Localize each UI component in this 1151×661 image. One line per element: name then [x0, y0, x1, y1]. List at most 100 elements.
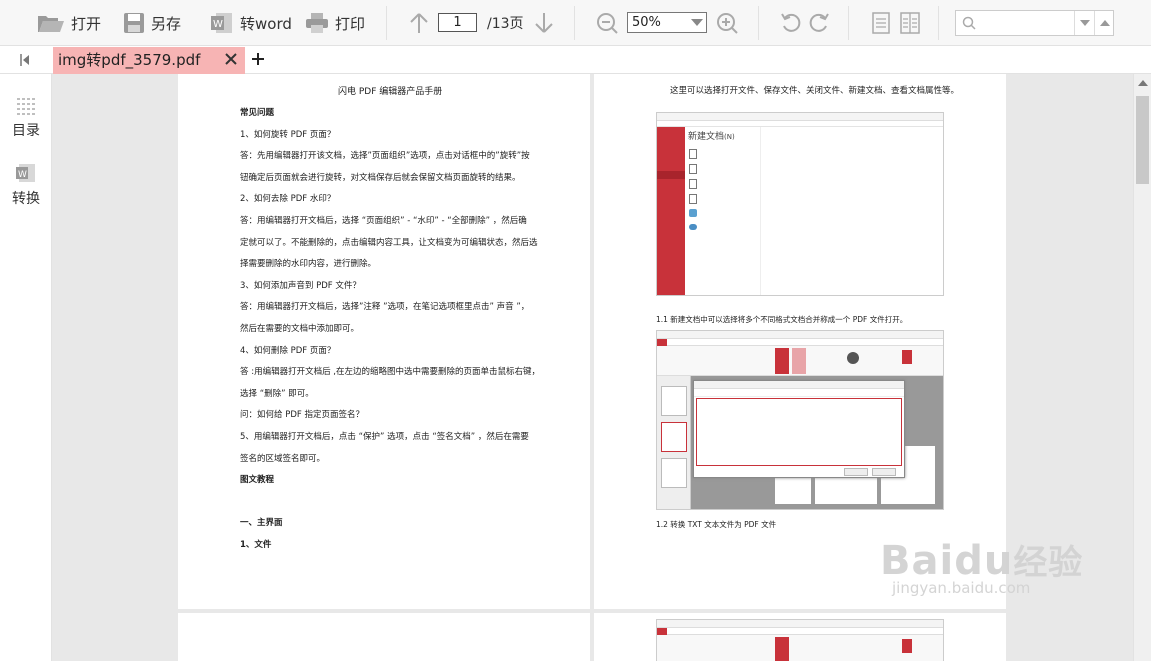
- caption-2: 1.2 转换 TXT 文本文件为 PDF 文件: [656, 520, 777, 529]
- mini-dialog-button: [872, 468, 896, 476]
- mini-selected-item: [657, 171, 685, 179]
- rotate-right-icon[interactable]: [808, 12, 830, 34]
- to-word-label: 转word: [240, 14, 292, 33]
- list-icon: [17, 98, 35, 115]
- search-previous-button[interactable]: [1094, 11, 1114, 35]
- pdf-page-1: 闪电 PDF 编辑器产品手册 常见问题 1、如何旋转 PDF 页面？ 答：先用编辑器…: [178, 74, 590, 609]
- mini-ribbon-button: [902, 350, 912, 364]
- rotate-left-icon[interactable]: [780, 12, 802, 34]
- pdf-page-4: [594, 613, 1006, 661]
- single-page-icon[interactable]: [872, 12, 890, 34]
- zoom-value: 50%: [632, 15, 661, 30]
- open-button[interactable]: 打开: [37, 9, 101, 37]
- mini-titlebar: [657, 331, 943, 339]
- mini-menubar: [657, 339, 943, 346]
- mini-file-tab: [657, 339, 667, 346]
- mini-thumbnail: [661, 386, 687, 416]
- mini-titlebar: [657, 620, 943, 628]
- search-options-button[interactable]: [1074, 11, 1094, 35]
- mini-scanner-icon: [689, 209, 697, 217]
- pdf-page-2: 这里可以选择打开文件、保存文件、关闭文件、新建文档、查看文档属性等。 新建文档(…: [594, 74, 1006, 609]
- toolbar-divider: [758, 6, 759, 40]
- doc-line: 签名的区域签名即可。: [240, 453, 326, 464]
- add-tab-icon[interactable]: [250, 51, 266, 67]
- mini-thumbnail: [661, 458, 687, 488]
- mini-thumbnails: [657, 376, 691, 509]
- doc-line: 答：用编辑器打开文档后，选择 “页面组织” - “水印” - “全部删除” ，然…: [240, 216, 527, 226]
- search-box[interactable]: [955, 10, 1114, 36]
- caption-1: 1.1 新建文档中可以选择将多个不同格式文档合并称成一个 PDF 文件打开。: [656, 315, 908, 324]
- doc-line: 问：如何给 PDF 指定页面签名？: [240, 410, 364, 421]
- mini-ribbon-button: [847, 352, 859, 364]
- mini-red-sidebar: [657, 127, 685, 295]
- toolbar-divider: [938, 6, 939, 40]
- mini-doc-icon: [689, 164, 697, 174]
- doc-line: 1、如何旋转 PDF 页面？: [240, 129, 336, 140]
- mini-dialog-toolbar: [694, 389, 904, 397]
- doc-line: 答：先用编辑器打开该文档，选择”页面组织”选项，点击对话框中的”旋转”按: [240, 151, 530, 162]
- mini-ribbon-button: [902, 639, 912, 653]
- to-word-button[interactable]: W 转word: [210, 9, 292, 37]
- scroll-thumb[interactable]: [1136, 96, 1149, 184]
- doc-line: 答：用编辑器打开文档后，选择”注释 ”选项，在笔记选项框里点击” 声音 ”，: [240, 302, 530, 313]
- doc-line: 5、用编辑器打开文档后，点击 “保护” 选项，点击 “签名文档” ，然后在需要: [240, 432, 529, 442]
- mini-titlebar: [657, 113, 943, 121]
- mini-cloud-icon: [689, 224, 697, 230]
- chevron-up-icon: [1100, 20, 1110, 26]
- toolbar-divider: [386, 6, 387, 40]
- open-label: 打开: [71, 14, 102, 33]
- print-label: 打印: [335, 14, 366, 33]
- mini-doc-icon: [689, 179, 697, 189]
- doc-line: 答 :用编辑器打开文档后 ,在左边的缩略图中选中需要删除的页面单击鼠标右键，: [240, 367, 540, 378]
- tab-bar: img转pdf_3579.pdf: [0, 46, 1151, 74]
- page-total: /13页: [487, 16, 524, 32]
- doc-line: 定就可以了。不能删除的，点击编辑内容工具，让文档变为可编辑状态，然后选: [240, 237, 538, 248]
- zoom-out-icon[interactable]: [596, 12, 618, 34]
- toolbar: 打开 另存 W 转word 打印 /13页 50%: [0, 0, 1151, 46]
- watermark-url: jingyan.baidu.com: [892, 579, 1031, 597]
- scroll-up-icon[interactable]: [1138, 80, 1148, 86]
- mini-dialog-button: [844, 468, 868, 476]
- page-number-input[interactable]: [438, 13, 477, 32]
- doc-line: 择需要删除的水印内容，进行删除。: [240, 259, 377, 270]
- mini-menubar: [657, 628, 943, 635]
- two-page-icon[interactable]: [900, 12, 920, 34]
- close-icon[interactable]: [223, 51, 239, 67]
- save-as-button[interactable]: 另存: [123, 9, 181, 37]
- mini-ribbon-button: [775, 637, 789, 661]
- zoom-in-icon[interactable]: [716, 12, 738, 34]
- mini-dialog: [693, 380, 905, 478]
- zoom-select[interactable]: 50%: [627, 12, 707, 33]
- mini-dialog-title: [694, 381, 904, 389]
- folder-open-icon: [38, 16, 64, 32]
- doc-line: 3、如何添加声音到 PDF 文件？: [240, 280, 361, 291]
- next-page-icon[interactable]: [533, 12, 555, 34]
- doc-title: 闪电 PDF 编辑器产品手册: [338, 87, 443, 97]
- doc-line: 然后在需要的文档中添加即可。: [240, 324, 360, 334]
- search-input[interactable]: [978, 13, 1070, 33]
- doc-line: 1、文件: [240, 540, 272, 550]
- svg-text:W: W: [18, 170, 27, 180]
- word-icon: W: [211, 13, 232, 33]
- mini-ribbon-button: [775, 348, 789, 374]
- mini-ribbon-button: [792, 348, 806, 374]
- save-icon: [124, 13, 144, 33]
- doc-line: 一、主界面: [240, 518, 283, 529]
- doc-line: 图文教程: [240, 475, 275, 486]
- doc-line: 2、如何去除 PDF 水印？: [240, 194, 336, 205]
- chevron-down-icon: [1080, 20, 1090, 26]
- print-button[interactable]: 打印: [305, 9, 365, 37]
- previous-page-icon[interactable]: [408, 12, 430, 34]
- doc-line: 钮确定后页面就会进行旋转，对文档保存后就会保留文档页面旋转的结果。: [240, 172, 521, 183]
- mini-doc-icon: [689, 149, 697, 159]
- doc-line: 4、如何删除 PDF 页面？: [240, 345, 336, 356]
- toolbar-divider: [574, 6, 575, 40]
- collapse-sidebar-icon[interactable]: [19, 53, 33, 67]
- mini-dialog-list: [696, 398, 902, 466]
- mini-thumbnail: [661, 422, 687, 452]
- sidebar-item-convert[interactable]: W 转换: [0, 162, 52, 208]
- vertical-scrollbar[interactable]: [1133, 74, 1151, 661]
- search-icon: [962, 16, 976, 30]
- sidebar-item-toc[interactable]: 目录: [0, 96, 52, 140]
- tab-document[interactable]: img转pdf_3579.pdf: [53, 47, 245, 74]
